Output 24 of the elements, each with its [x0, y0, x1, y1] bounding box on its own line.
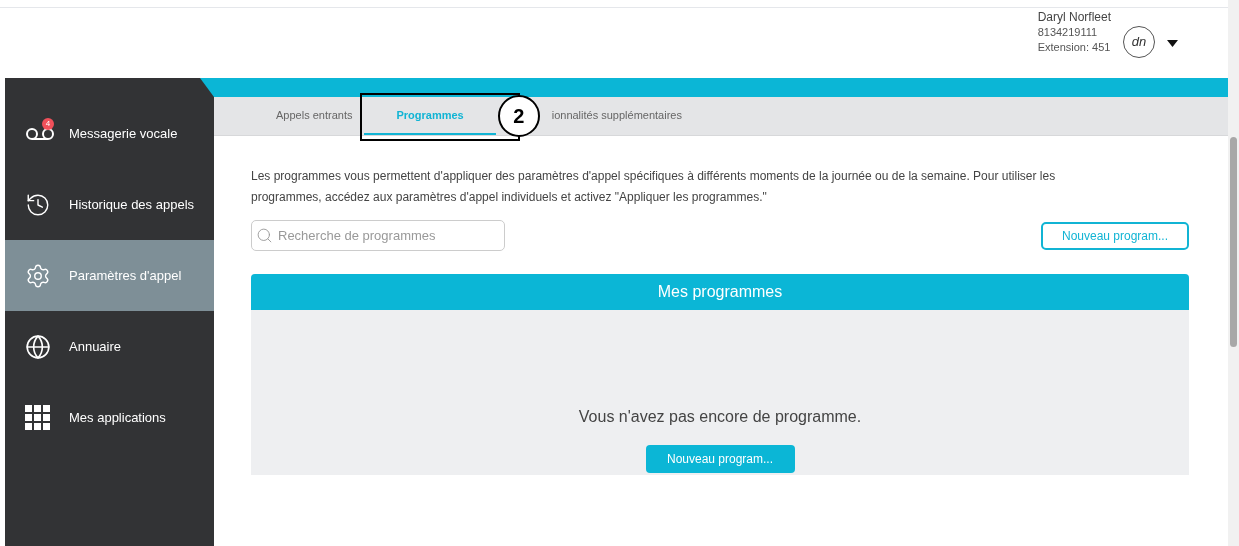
sidebar-item[interactable]: Annuaire: [5, 311, 214, 382]
new-schedule-button[interactable]: Nouveau program...: [1041, 221, 1189, 250]
user-phone: 8134219111: [1037, 25, 1099, 40]
scrollbar[interactable]: [1228, 0, 1239, 546]
voicemail-icon: [25, 126, 55, 141]
sidebar-item[interactable]: Paramètres d'appel: [5, 240, 214, 311]
settings-icon: [25, 262, 51, 289]
badge: 4: [42, 117, 54, 130]
empty-message: Vous n'avez pas encore de programme.: [578, 407, 862, 427]
grid-icon: [25, 404, 51, 431]
annotation-callout: 2: [497, 95, 540, 137]
tab[interactable]: ionnalités supplémentaires: [539, 97, 694, 135]
search-icon: [256, 227, 273, 244]
sidebar-item[interactable]: 4 Messagerie vocale: [5, 98, 214, 169]
user-name: Daryl Norfleet: [1037, 10, 1111, 25]
sidebar-item[interactable]: Mes applications: [5, 382, 214, 453]
user-extension: Extension: 451: [1037, 40, 1111, 55]
description-text: Les programmes vous permettent d'appliquer des paramètres d'appel spécifiques à différents moments de la journée ou de la semaine. Pour utiliser les programmes, accédez aux paramètres d'appel individuels et activez "Appliquer les programmes.": [251, 168, 1057, 206]
globe-icon: [25, 333, 51, 360]
panel-title: Mes programmes: [657, 282, 783, 302]
sidebar-item[interactable]: Historique des appels: [5, 169, 214, 240]
dropdown-caret-icon[interactable]: [1167, 40, 1178, 47]
search-field[interactable]: Recherche de programmes: [251, 220, 505, 251]
tab[interactable]: Appels entrants: [264, 97, 365, 135]
